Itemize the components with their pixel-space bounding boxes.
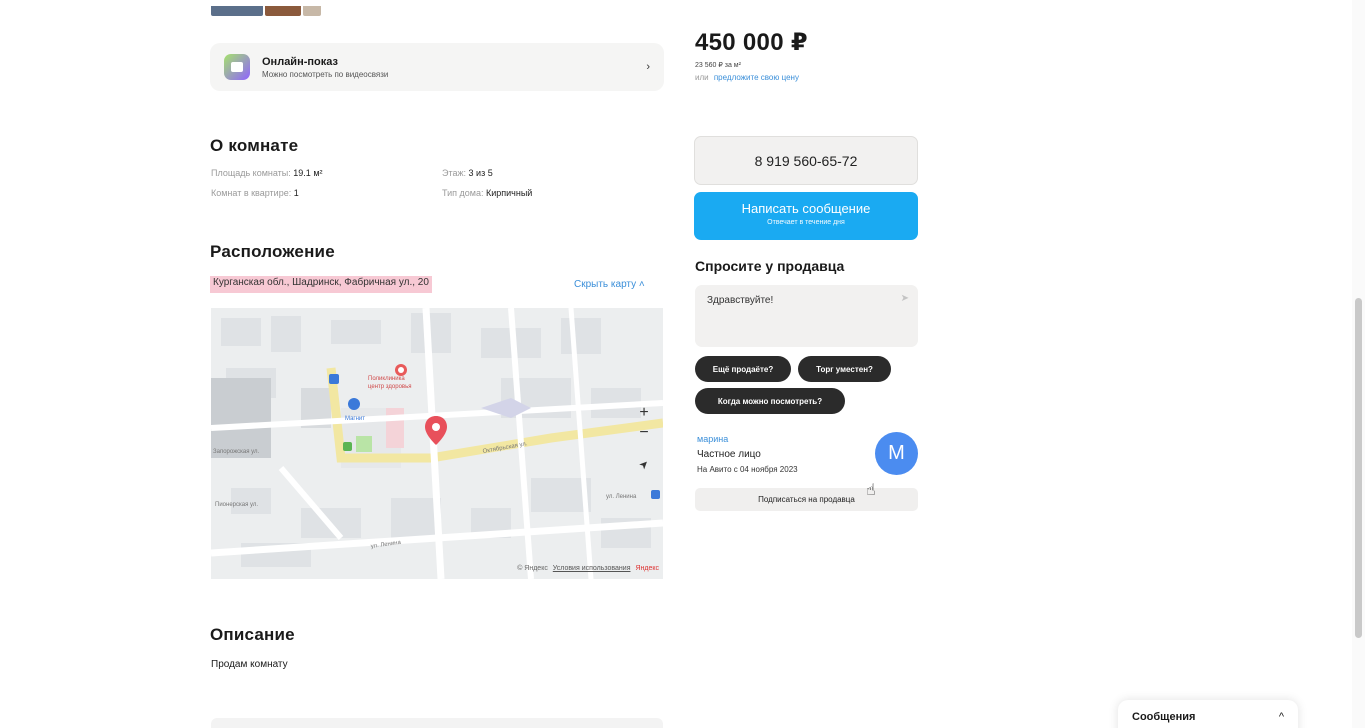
price-per-sqm: 23 560 ₽ за м² [695,62,741,69]
param-label: Тип дома: [442,188,484,198]
map-canvas: Поликлиника центр здоровья Магнит Октябр… [211,308,663,579]
param-label: Комнат в квартире: [211,188,292,198]
map-copyright: © Яндекс [517,565,548,572]
scrollbar-thumb[interactable] [1355,298,1362,638]
listing-page: Онлайн-показ Можно посмотреть по видеосв… [0,0,1365,728]
map-label-polyclinic: Поликлиника [368,376,405,382]
offer-price-link[interactable]: предложите свою цену [714,73,799,82]
map-label-health-center: центр здоровья [368,384,411,390]
map-label-magnit: Магнит [345,416,365,422]
param-value: 1 [293,188,299,198]
zoom-out-button[interactable]: − [637,424,651,442]
address-text: Курганская обл., Шадринск, Фабричная ул.… [210,276,432,293]
map-view[interactable]: Поликлиника центр здоровья Магнит Октябр… [211,308,663,579]
param-house-type: Тип дома: Кирпичный [442,188,532,198]
messages-label: Сообщения [1132,711,1196,723]
write-message-label: Написать сообщение [741,201,871,216]
quick-question-still-selling[interactable]: Ещё продаёте? [695,356,791,382]
online-show-subtitle: Можно посмотреть по видеосвязи [262,69,389,79]
quick-question-bargain[interactable]: Торг уместен? [798,356,891,382]
map-label-right-street: ул. Ленина [606,494,637,500]
photo-thumb[interactable] [211,6,263,16]
seller-since: На Авито с 04 ноября 2023 [697,465,798,474]
subscribe-seller-button[interactable]: Подписаться на продавца [695,488,918,511]
price-offer: или предложите свою цену [695,73,799,82]
price-value: 450 000 ₽ [695,29,808,56]
ask-seller-input-value: Здравствуйте! [707,295,774,306]
show-phone-button[interactable]: 8 919 560-65-72 [694,136,918,185]
chevron-right-icon: › [646,61,650,73]
photo-gallery-strip[interactable] [211,6,321,16]
seller-type: Частное лицо [697,449,761,460]
photo-thumb[interactable] [303,6,321,16]
video-call-icon [224,54,250,80]
online-show-card[interactable]: Онлайн-показ Можно посмотреть по видеосв… [210,43,664,91]
map-label-pionerskaya: Пионерская ул. [215,502,258,508]
map-terms-link[interactable]: Условия использования [553,565,631,572]
send-icon[interactable]: ➤ [901,293,909,304]
param-floor: Этаж: 3 из 5 [442,168,493,178]
description-section-title: Описание [210,625,295,644]
response-time-label: Отвечает в течение дня [767,219,845,226]
hide-map-link[interactable]: Скрыть карту ˄ [574,279,645,290]
ask-seller-input[interactable]: Здравствуйте! ➤ [695,285,918,347]
write-message-button[interactable]: Написать сообщение Отвечает в течение дн… [694,192,918,240]
param-value: Кирпичный [485,188,533,198]
hand-cursor-icon: ☝ [866,482,876,499]
yandex-logo[interactable]: Яндекс [635,565,659,572]
online-show-title: Онлайн-показ [262,55,338,68]
param-value: 3 из 5 [468,168,493,178]
zoom-in-button[interactable]: + [637,404,651,422]
param-rooms-in-flat: Комнат в квартире: 1 [211,188,299,198]
photo-thumb[interactable] [265,6,301,16]
chevron-up-icon[interactable]: ^ [1279,711,1284,728]
quick-question-viewing[interactable]: Когда можно посмотреть? [695,388,845,414]
location-section-title: Расположение [210,242,335,261]
price-offer-prefix: или [695,73,709,82]
online-show-text: Онлайн-показ Можно посмотреть по видеосв… [262,56,388,79]
map-footer: © Яндекс Условия использования Яндекс [517,565,659,572]
param-label: Этаж: [442,168,467,178]
seller-avatar[interactable]: M [875,432,918,475]
ask-seller-title: Спросите у продавца [695,258,845,274]
description-text: Продам комнату [211,659,288,670]
map-label-zaporozhskaya: Запорожская ул. [213,449,260,455]
bottom-block-edge [211,718,663,728]
param-label: Площадь комнаты: [211,168,291,178]
param-room-area: Площадь комнаты: 19.1 м² [211,168,323,178]
messages-widget[interactable]: Сообщения ^ [1118,700,1298,728]
seller-name-link[interactable]: марина [697,434,728,444]
param-value: 19.1 м² [293,168,323,178]
room-section-title: О комнате [210,136,299,155]
